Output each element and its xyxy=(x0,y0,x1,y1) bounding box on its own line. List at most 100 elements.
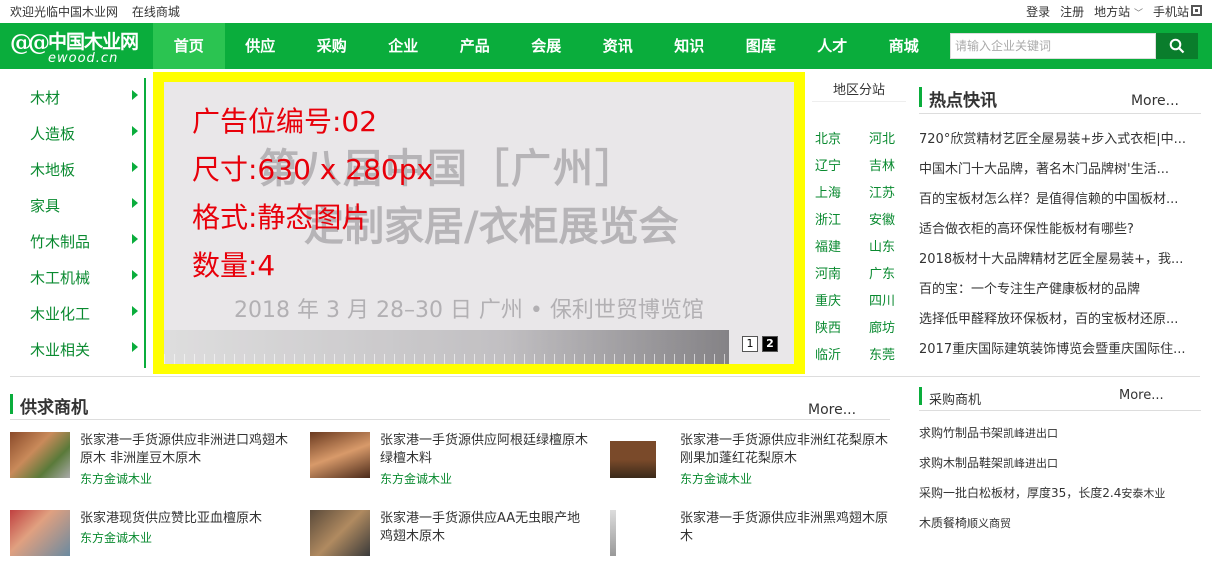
category-item[interactable]: 人造板 xyxy=(30,123,150,143)
mobile-site-link[interactable]: 手机站 xyxy=(1153,3,1202,20)
news-item[interactable]: 2017重庆国际建筑装饰博览会暨重庆国际住... xyxy=(919,338,1199,356)
region-link[interactable]: 辽宁 xyxy=(815,155,841,174)
category-item[interactable]: 木业化工 xyxy=(30,303,150,323)
product-thumbnail[interactable] xyxy=(310,510,370,556)
banner-image: 第八届中国［广州］ 定制家居/衣柜展览会 2018 年 3 月 28–30 日 … xyxy=(164,82,794,364)
hot-news-panel: 热点快讯 More... 720°欣赏精材艺匠全屋易装+步入式衣柜|中... 中… xyxy=(919,84,1201,374)
region-link[interactable]: 江苏 xyxy=(869,182,895,201)
region-site-link[interactable]: 地方站 ﹀ xyxy=(1094,3,1143,20)
category-item[interactable]: 木工机械 xyxy=(30,267,150,287)
news-item[interactable]: 百的宝：一个专注生产健康板材的品牌 xyxy=(919,278,1199,296)
news-item[interactable]: 适合做衣柜的高环保性能板材有哪些? xyxy=(919,218,1199,236)
news-item[interactable]: 2018板材十大品牌精材艺匠全屋易装+，我... xyxy=(919,248,1199,266)
triangle-right-icon xyxy=(132,198,138,208)
supply-item-title[interactable]: 张家港一手货源供应非洲黑鸡翅木原木 xyxy=(680,510,892,546)
region-link[interactable]: 吉林 xyxy=(869,155,895,174)
news-item[interactable]: 中国木门十大品牌，著名木门品牌树'生活... xyxy=(919,158,1199,176)
category-label: 家具 xyxy=(30,197,61,215)
purchase-item[interactable]: 采购一批白松板材，厚度35，长度2.4安泰木业 xyxy=(919,484,1201,501)
supply-item-company[interactable]: 东方金诚木业 xyxy=(80,529,152,546)
product-thumbnail[interactable] xyxy=(610,432,656,478)
region-link[interactable]: 陕西 xyxy=(815,317,841,336)
region-link[interactable]: 浙江 xyxy=(815,209,841,228)
region-link[interactable]: 北京 xyxy=(815,128,841,147)
region-link[interactable]: 安徽 xyxy=(869,209,895,228)
banner-page-1[interactable]: 1 xyxy=(742,336,758,352)
category-item[interactable]: 木业相关 xyxy=(30,339,150,359)
login-link[interactable]: 登录 xyxy=(1026,3,1050,20)
logo-text-en: ewood.cn xyxy=(48,51,119,66)
region-link[interactable]: 重庆 xyxy=(815,290,841,309)
supply-item-title[interactable]: 张家港一手货源供应非洲红花梨原木刚果加蓬红花梨原木 xyxy=(680,432,892,468)
product-thumbnail[interactable] xyxy=(10,510,70,556)
nav-menu: 首页 供应 采购 企业 产品 会展 资讯 知识 图库 人才 商城 xyxy=(153,23,940,69)
hot-news-more-link[interactable]: More... xyxy=(1131,93,1179,109)
search-input[interactable]: 请输入企业关键词 xyxy=(950,33,1156,59)
supply-item[interactable]: 张家港一手货源供应阿根廷绿檀原木 绿檀木料 东方金诚木业 xyxy=(310,432,600,492)
purchase-item[interactable]: 求购竹制品书架凯峰进出口 xyxy=(919,424,1201,441)
region-link[interactable]: 廊坊 xyxy=(869,317,895,336)
banner-page-2[interactable]: 2 xyxy=(762,336,778,352)
product-thumbnail[interactable] xyxy=(610,510,616,556)
nav-item-exhibitions[interactable]: 会展 xyxy=(511,23,583,69)
region-title: 地区分站 xyxy=(812,80,906,102)
product-thumbnail[interactable] xyxy=(10,432,70,478)
supply-item[interactable]: 张家港一手货源供应非洲黑鸡翅木原木 xyxy=(610,510,900,570)
supply-more-link[interactable]: More... xyxy=(808,402,856,418)
news-item[interactable]: 选择低甲醛释放环保板材，百的宝板材还原... xyxy=(919,308,1199,326)
nav-item-supply[interactable]: 供应 xyxy=(225,23,297,69)
news-item[interactable]: 百的宝板材怎么样？是值得信赖的中国板材... xyxy=(919,188,1199,206)
register-link[interactable]: 注册 xyxy=(1060,3,1084,20)
supply-item-title[interactable]: 张家港一手货源供应非洲进口鸡翅木原木 非洲崖豆木原木 xyxy=(80,432,292,468)
supply-title: 供求商机 xyxy=(20,398,88,418)
nav-item-news[interactable]: 资讯 xyxy=(582,23,654,69)
supply-item-title[interactable]: 张家港现货供应赞比亚血檀原木 xyxy=(80,510,292,528)
supply-item-company[interactable]: 东方金诚木业 xyxy=(80,470,152,487)
product-thumbnail[interactable] xyxy=(310,432,370,478)
purchase-item[interactable]: 求购木制品鞋架凯峰进出口 xyxy=(919,454,1201,471)
purchase-item[interactable]: 木质餐椅顺义商贸 xyxy=(919,514,1201,531)
supply-item-title[interactable]: 张家港一手货源供应阿根廷绿檀原木 绿檀木料 xyxy=(380,432,592,468)
nav-item-purchase[interactable]: 采购 xyxy=(296,23,368,69)
site-logo[interactable]: @@ 中国木业网 ewood.cn xyxy=(10,25,160,67)
category-sidebar: 木材 人造板 木地板 家具 竹木制品 木工机械 木业化工 木业相关 xyxy=(10,78,146,368)
supply-item[interactable]: 张家港现货供应赞比亚血檀原木 东方金诚木业 xyxy=(10,510,300,570)
nav-item-enterprise[interactable]: 企业 xyxy=(368,23,440,69)
nav-item-products[interactable]: 产品 xyxy=(439,23,511,69)
region-site-label: 地方站 xyxy=(1094,5,1131,19)
nav-item-talent[interactable]: 人才 xyxy=(797,23,869,69)
search-icon xyxy=(1169,38,1185,54)
logo-text-cn: 中国木业网 xyxy=(48,31,139,53)
news-item[interactable]: 720°欣赏精材艺匠全屋易装+步入式衣柜|中... xyxy=(919,128,1199,146)
nav-item-mall[interactable]: 商城 xyxy=(868,23,940,69)
region-link[interactable]: 上海 xyxy=(815,182,841,201)
supply-item[interactable]: 张家港一手货源供应非洲红花梨原木刚果加蓬红花梨原木 东方金诚木业 xyxy=(610,432,900,492)
category-item[interactable]: 木材 xyxy=(30,87,150,107)
supply-item-company[interactable]: 东方金诚木业 xyxy=(380,470,452,487)
region-link[interactable]: 山东 xyxy=(869,236,895,255)
category-label: 木工机械 xyxy=(30,269,91,287)
category-item[interactable]: 木地板 xyxy=(30,159,150,179)
region-link[interactable]: 广东 xyxy=(869,263,895,282)
nav-item-home[interactable]: 首页 xyxy=(153,23,225,69)
supply-item[interactable]: 张家港一手货源供应非洲进口鸡翅木原木 非洲崖豆木原木 东方金诚木业 xyxy=(10,432,300,492)
category-item[interactable]: 竹木制品 xyxy=(30,231,150,251)
purchase-more-link[interactable]: More... xyxy=(1119,388,1164,403)
search-button[interactable] xyxy=(1156,33,1198,59)
region-link[interactable]: 河南 xyxy=(815,263,841,282)
supply-item[interactable]: 张家港一手货源供应AA无虫眼产地鸡翅木原木 xyxy=(310,510,600,570)
nav-item-knowledge[interactable]: 知识 xyxy=(654,23,726,69)
category-item[interactable]: 家具 xyxy=(30,195,150,215)
region-link[interactable]: 东莞 xyxy=(869,344,895,363)
region-link[interactable]: 福建 xyxy=(815,236,841,255)
region-link[interactable]: 四川 xyxy=(869,290,895,309)
supply-item-title[interactable]: 张家港一手货源供应AA无虫眼产地鸡翅木原木 xyxy=(380,510,592,546)
region-link[interactable]: 河北 xyxy=(869,128,895,147)
supply-item-company[interactable]: 东方金诚木业 xyxy=(680,470,752,487)
region-link[interactable]: 临沂 xyxy=(815,344,841,363)
purchase-item-text: 木质餐椅 xyxy=(919,516,968,530)
online-mall-link[interactable]: 在线商城 xyxy=(132,5,180,19)
nav-item-gallery[interactable]: 图库 xyxy=(725,23,797,69)
section-accent-bar xyxy=(919,87,922,107)
ad-banner[interactable]: 第八届中国［广州］ 定制家居/衣柜展览会 2018 年 3 月 28–30 日 … xyxy=(153,72,805,374)
